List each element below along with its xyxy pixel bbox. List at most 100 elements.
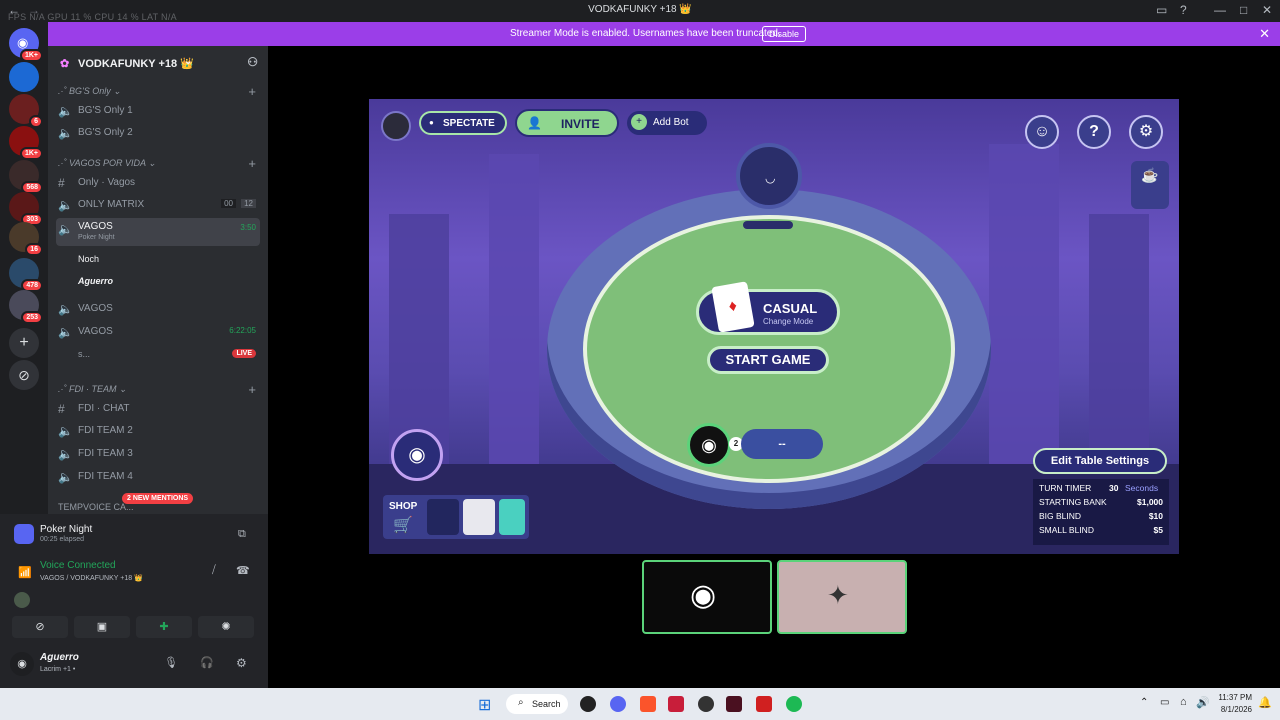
server-icon[interactable]: 303 [9,192,43,226]
activities-icon[interactable]: ✚ [136,616,192,638]
app-icon[interactable] [726,696,742,712]
category-vagos[interactable]: .·˚ VAGOS POR VIDA ⌄ [58,158,156,169]
voice-channel-bg2[interactable]: 🔈 BG'S Only 2 [56,122,260,144]
windows-start-icon[interactable]: ⊞ [478,695,491,715]
emoji-icon[interactable]: ☺ [1025,115,1059,149]
add-channel-icon[interactable]: + [248,156,256,171]
server-icon[interactable] [9,62,39,92]
add-member-icon[interactable]: ⚇ [247,55,258,69]
brave-browser-icon[interactable] [640,696,656,712]
app-icon[interactable] [668,696,684,712]
screen-share-icon[interactable]: ▣ [74,616,130,638]
poker-game-frame[interactable]: ● SPECTATE 👤 INVITE + Add Bot ☺ ? ⚙ ☕ ◡ … [369,99,1179,554]
speaker-icon: 🔈 [58,104,73,118]
avatar[interactable] [14,592,30,608]
shop-panel[interactable]: SHOP 🛒 [383,495,529,539]
shop-item[interactable] [427,499,459,535]
add-channel-icon[interactable]: + [248,84,256,99]
server-icon[interactable]: 253 [9,290,43,324]
chevron-up-icon[interactable]: ⌃ [1140,697,1148,708]
disconnect-icon[interactable]: ☎ [236,564,250,577]
notification-icon[interactable]: 🔔 [1258,696,1272,709]
shop-item[interactable] [499,499,525,535]
app-icon[interactable] [698,696,714,712]
voice-user-noch[interactable]: Noch [78,254,99,264]
user-avatar[interactable]: ◉ [10,652,34,676]
add-server-icon[interactable]: + [9,328,39,358]
soundboard-icon[interactable]: ✺ [198,616,254,638]
spotify-icon[interactable] [786,696,802,712]
signal-icon: 📶 [18,567,32,579]
participant-tile[interactable]: ✦ [777,560,907,634]
inbox-icon[interactable]: ▭ [1156,3,1167,17]
add-channel-icon[interactable]: + [248,382,256,397]
clock-date[interactable]: 8/1/2026 [1212,705,1252,714]
game-settings-icon[interactable]: ⚙ [1129,115,1163,149]
voice-channel-fdi4[interactable]: 🔈 FDI TEAM 4 [56,466,260,488]
server-icon[interactable]: 16 [9,222,43,256]
noise-suppression-icon[interactable]: ⧸ [212,564,216,577]
voice-channel-vagos-3[interactable]: 🔈 VAGOS 6:22:05 [56,321,260,343]
server-icon[interactable]: 1K+ [9,126,43,160]
microphone-icon[interactable]: 🎙 [164,656,178,669]
start-game-button[interactable]: START GAME [707,346,829,374]
home-discord-icon[interactable]: ◉ 1K+ [9,28,43,62]
voice-channel-bg1[interactable]: 🔈 BG'S Only 1 [56,100,260,122]
server-icon[interactable]: 478 [9,258,43,292]
discover-icon[interactable]: ⊘ [9,360,39,390]
spectate-button[interactable]: ● SPECTATE [419,111,507,135]
player-avatar[interactable] [381,111,411,141]
server-icon[interactable]: 568 [9,160,43,194]
camera-off-icon[interactable]: ⊘ [12,616,68,638]
voice-channel-only-matrix[interactable]: 🔈 ONLY MATRIX 00 12 [56,194,260,216]
speaker-icon: 🔈 [58,424,73,438]
maximize-icon[interactable]: □ [1240,3,1247,17]
new-mentions-pill[interactable]: 2 NEW MENTIONS [122,493,194,504]
voice-channel-fdi2[interactable]: 🔈 FDI TEAM 2 [56,420,260,442]
help-icon[interactable]: ? [1077,115,1111,149]
close-window-icon[interactable]: ✕ [1262,3,1272,17]
disable-button[interactable]: Disable [762,26,807,42]
voice-channel-vagos-active[interactable]: 🔈 VAGOS Poker Night 3:50 [56,218,260,246]
category-fdi[interactable]: .·˚ FDI · TEAM ⌄ [58,384,127,395]
plus-icon: + [631,114,647,130]
voice-channel-fdi3[interactable]: 🔈 FDI TEAM 3 [56,443,260,465]
text-channel-only-vagos[interactable]: # Only · Vagos [56,172,260,194]
clock-time[interactable]: 11:37 PM [1216,693,1252,702]
text-channel-fdi-chat[interactable]: # FDI · CHAT [56,398,260,420]
search-box[interactable]: ⌕ Search [506,694,568,714]
help-icon[interactable]: ? [1180,3,1187,17]
shop-item[interactable] [463,499,495,535]
discord-taskbar-icon[interactable] [610,696,626,712]
minimize-icon[interactable]: — [1214,3,1226,17]
server-icon[interactable]: 6 [9,94,43,128]
coffee-cup-icon[interactable]: ☕ [1131,161,1169,209]
invite-button[interactable]: 👤 INVITE [515,109,619,137]
activity-icon [14,524,34,544]
app-icon[interactable] [756,696,772,712]
mode-button[interactable]: ♦ CASUAL Change Mode [696,281,840,335]
voice-channel-vagos-2[interactable]: 🔈 VAGOS [56,298,260,320]
add-bot-button[interactable]: + Add Bot [627,111,707,135]
tray-icon[interactable]: ▭ [1160,697,1169,708]
speaker-icon: 🔈 [58,198,73,212]
category-bgs[interactable]: .·˚ BG'S Only ⌄ [58,86,121,97]
network-icon[interactable]: ⌂ [1180,696,1187,708]
stream-user[interactable]: s... [78,349,90,359]
settings-gear-icon[interactable]: ⚙ [236,656,247,670]
voice-location[interactable]: VAGOS / VODKAFUNKY +18 👑 [40,574,143,582]
popout-icon[interactable]: ⧉ [238,528,246,541]
username: Aguerro [40,652,79,663]
app-icon[interactable] [580,696,596,712]
discord-seat-icon[interactable]: ◉ [687,423,731,467]
category-tempvoice[interactable]: TEMPVOICE CA... [58,502,134,512]
headphones-icon[interactable]: 🎧 [200,656,214,669]
server-header[interactable]: ✿ VODKAFUNKY +18 👑 ⌄ ⚇ [48,46,268,78]
voice-user-aguerro[interactable]: Aguerro [78,276,113,286]
edit-table-settings-button[interactable]: Edit Table Settings [1033,448,1167,474]
close-banner-icon[interactable]: ✕ [1259,26,1270,42]
speaker-icon: 🔈 [58,302,73,316]
participant-tile[interactable]: ◉ [642,560,772,634]
streamer-mode-banner: Streamer Mode is enabled. Usernames have… [48,22,1280,46]
volume-icon[interactable]: 🔊 [1196,696,1210,709]
